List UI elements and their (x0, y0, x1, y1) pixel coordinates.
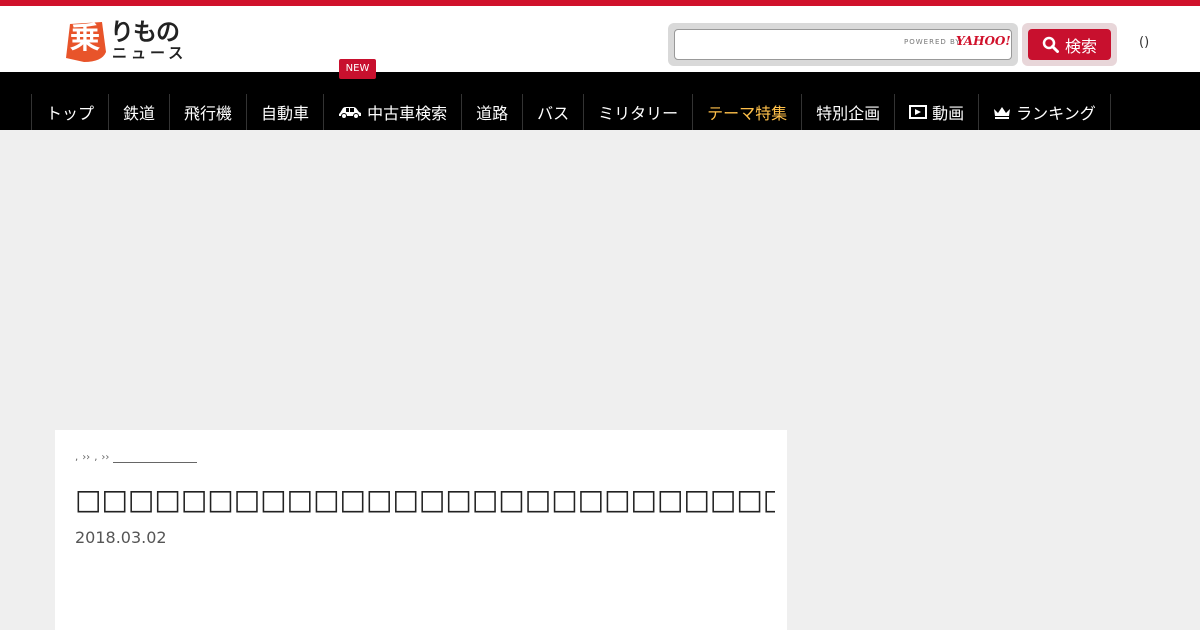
nav-item-railway[interactable]: 鉄道 (108, 94, 169, 130)
site-logo[interactable]: 乗 りもの ニュース (64, 18, 194, 66)
nav-item-video[interactable]: 動画 (894, 94, 978, 130)
car-icon (339, 107, 362, 119)
nav-item-theme-feature[interactable]: テーマ特集 (692, 94, 801, 130)
article-card: , ›› , ›› □□□□□□□□□□□□□□□□□□□□□□□□□□□□□□… (55, 430, 787, 630)
powered-by-label: POWERED BY (904, 38, 961, 46)
breadcrumb: , ›› , ›› (75, 452, 198, 463)
crown-icon (994, 106, 1011, 119)
breadcrumb-item[interactable]: , (75, 452, 78, 463)
nav-item-label: 動画 (932, 104, 965, 123)
yahoo-logo: YAHOO! (956, 34, 1011, 48)
nav-item-label: 道路 (476, 104, 509, 123)
nav-list: トップ 鉄道 飛行機 自動車 中古車検索 道路 バス ミリタリー テーマ特集 特… (31, 94, 1111, 130)
nav-item-used-car-search[interactable]: 中古車検索 (323, 94, 461, 130)
site-header: 乗 りもの ニュース POWERED BY YAHOO! 検索 () (0, 6, 1200, 72)
breadcrumb-item[interactable]: , (94, 452, 97, 463)
breadcrumb-separator: ›› (101, 452, 110, 463)
nav-item-label: ミリタリー (598, 104, 679, 123)
logo-kanji: 乗 (70, 21, 100, 56)
nav-item-label: 中古車検索 (367, 104, 448, 123)
search-icon (1042, 36, 1059, 53)
nav-item-top[interactable]: トップ (31, 94, 108, 130)
logo-text-top: りもの (110, 18, 180, 46)
nav-item-road[interactable]: 道路 (461, 94, 522, 130)
article-date: 2018.03.02 (75, 528, 167, 547)
search-box: POWERED BY YAHOO! (668, 23, 1018, 66)
nav-item-label: テーマ特集 (707, 104, 788, 123)
nav-item-label: ランキング (1016, 104, 1096, 123)
article-title: □□□□□□□□□□□□□□□□□□□□□□□□□□□□□□□□□□□□□□□□… (75, 483, 775, 516)
logo-text-bottom: ニュース (112, 44, 188, 62)
nav-item-label: トップ (46, 104, 95, 123)
nav-item-special-project[interactable]: 特別企画 (801, 94, 894, 130)
search-button-label: 検索 (1064, 36, 1097, 56)
breadcrumb-separator: ›› (82, 452, 91, 463)
user-menu[interactable]: () (1139, 35, 1149, 50)
main-nav: トップ 鉄道 飛行機 自動車 中古車検索 道路 バス ミリタリー テーマ特集 特… (0, 72, 1200, 130)
nav-item-label: 鉄道 (123, 104, 156, 123)
nav-item-military[interactable]: ミリタリー (583, 94, 692, 130)
nav-item-label: 特別企画 (816, 104, 881, 123)
nav-item-label: バス (537, 104, 570, 123)
nav-item-bus[interactable]: バス (522, 94, 583, 130)
new-badge: NEW (339, 59, 376, 79)
breadcrumb-current (113, 453, 198, 463)
nav-item-car[interactable]: 自動車 (246, 94, 323, 130)
search-button-frame: 検索 (1022, 23, 1117, 66)
nav-item-label: 飛行機 (184, 104, 233, 123)
nav-item-label: 自動車 (261, 104, 310, 123)
nav-item-aircraft[interactable]: 飛行機 (169, 94, 246, 130)
nav-item-ranking[interactable]: ランキング (978, 94, 1111, 130)
video-icon (909, 105, 928, 119)
search-button[interactable]: 検索 (1028, 29, 1111, 60)
